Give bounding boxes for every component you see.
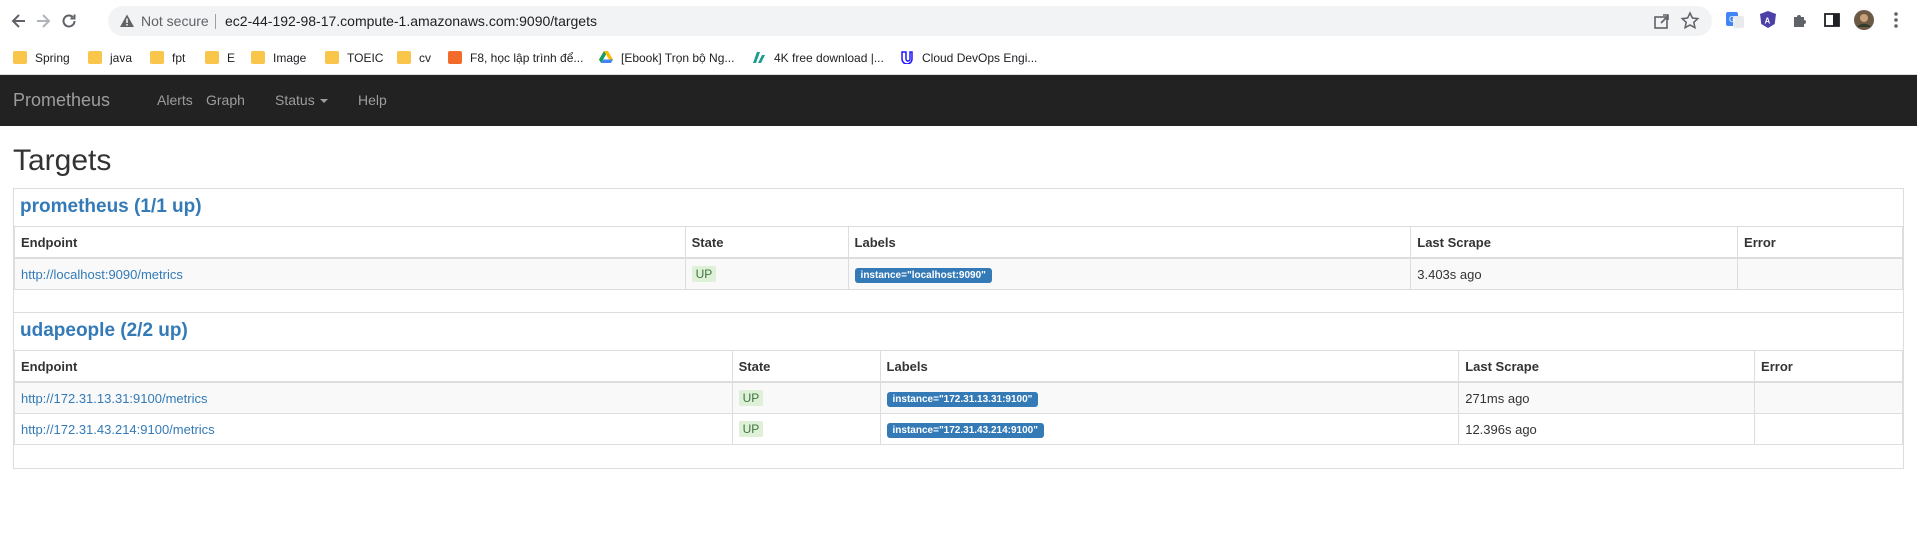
nav-help[interactable]: Help [358,75,387,126]
page-title: Targets [13,144,112,177]
nav-status[interactable]: Status [275,75,328,126]
targets-table: Endpoint State Labels Last Scrape Error … [14,350,1903,445]
labels-cell: instance="172.31.13.31:9100" [879,381,1460,414]
folder-icon [397,51,411,64]
bookmark-star-icon[interactable] [1680,11,1700,31]
endpoint-cell: http://172.31.43.214:9100/metrics [14,413,733,445]
top-navbar: Prometheus Alerts Graph Status Help [0,75,1917,126]
column-header: Last Scrape [1410,226,1739,259]
state-cell: UP [684,257,849,290]
endpoint-cell: http://172.31.13.31:9100/metrics [14,381,733,414]
state-cell: UP [731,381,881,414]
url-text[interactable]: ec2-44-192-98-17.compute-1.amazonaws.com… [225,6,597,36]
nav-alerts[interactable]: Alerts [157,75,193,126]
table-header-row: Endpoint State Labels Last Scrape Error [14,350,1903,383]
endpoint-link[interactable]: http://localhost:9090/metrics [21,267,183,282]
error-cell [1737,257,1903,290]
error-cell [1754,413,1903,445]
profile-avatar-icon[interactable] [1853,9,1875,31]
column-header: Endpoint [14,350,733,383]
label-badge: instance="172.31.43.214:9100" [886,422,1044,438]
state-cell: UP [731,413,881,445]
folder-icon [205,51,219,64]
back-button[interactable] [6,8,32,34]
side-panel-icon[interactable] [1821,9,1843,31]
address-bar[interactable]: Not secure ec2-44-192-98-17.compute-1.am… [108,6,1712,36]
job-title[interactable]: udapeople (2/2 up) [20,319,188,343]
column-header: Error [1737,226,1903,259]
table-row: http://172.31.13.31:9100/metrics UP inst… [14,381,1903,414]
targets-table: Endpoint State Labels Last Scrape Error … [14,226,1903,290]
job-panel-udapeople: udapeople (2/2 up) Endpoint State Labels… [13,312,1904,469]
labels-cell: instance="localhost:9090" [847,257,1412,290]
share-icon[interactable] [1652,11,1672,31]
state-badge: UP [738,390,764,406]
column-header: State [684,226,849,259]
svg-text:G: G [1729,15,1735,24]
nav-status-label: Status [275,92,315,108]
folder-icon [251,51,265,64]
folder-icon [88,51,102,64]
folder-icon [150,51,164,64]
folder-icon [325,51,339,64]
nav-graph[interactable]: Graph [206,75,245,126]
google-drive-icon [599,51,613,63]
table-row: http://localhost:9090/metrics UP instanc… [14,257,1903,290]
last-scrape-cell: 12.396s ago [1458,413,1756,445]
google-translate-icon[interactable]: G [1724,9,1746,31]
angular-devtools-icon[interactable]: A [1757,9,1779,31]
udacity-icon [901,51,913,64]
brand-link[interactable]: Prometheus [13,75,110,126]
extensions-puzzle-icon[interactable] [1789,9,1811,31]
security-status[interactable]: Not secure [141,6,209,36]
column-header: Labels [847,226,1412,259]
table-row: http://172.31.43.214:9100/metrics UP ins… [14,413,1903,445]
bookmarks-bar: Spring java fpt E Image TOEIC cv F8, học… [0,43,1917,75]
divider [215,14,216,29]
4k-download-icon [753,52,765,63]
state-badge: UP [738,421,764,437]
state-badge: UP [691,266,717,282]
more-menu-icon[interactable] [1885,9,1907,31]
label-badge: instance="localhost:9090" [854,267,992,283]
column-header: Labels [879,350,1460,383]
reload-icon [62,14,76,28]
column-header: State [731,350,881,383]
svg-text:A: A [1765,17,1771,26]
warning-icon[interactable] [119,13,135,29]
last-scrape-cell: 271ms ago [1458,381,1756,414]
endpoint-link[interactable]: http://172.31.13.31:9100/metrics [21,391,207,406]
endpoint-link[interactable]: http://172.31.43.214:9100/metrics [21,422,215,437]
arrow-left-icon [11,14,25,28]
labels-cell: instance="172.31.43.214:9100" [879,413,1460,445]
f8-icon [448,51,462,64]
endpoint-cell: http://localhost:9090/metrics [14,257,686,290]
column-header: Endpoint [14,226,686,259]
arrow-right-icon [37,14,51,28]
reload-button[interactable] [56,8,82,34]
last-scrape-cell: 3.403s ago [1410,257,1739,290]
caret-down-icon [319,99,328,104]
error-cell [1754,381,1903,414]
job-title[interactable]: prometheus (1/1 up) [20,195,202,219]
forward-button[interactable] [30,8,56,34]
job-panel-prometheus: prometheus (1/1 up) Endpoint State Label… [13,188,1904,313]
column-header: Last Scrape [1458,350,1756,383]
browser-toolbar: Not secure ec2-44-192-98-17.compute-1.am… [0,0,1917,43]
folder-icon [13,51,27,64]
table-header-row: Endpoint State Labels Last Scrape Error [14,226,1903,259]
column-header: Error [1754,350,1903,383]
label-badge: instance="172.31.13.31:9100" [886,391,1039,407]
